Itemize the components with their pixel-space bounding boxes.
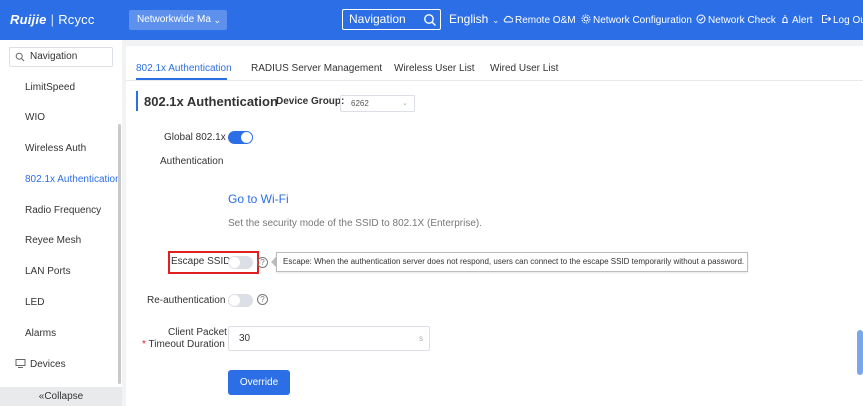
logout-label: Log Ou (833, 15, 863, 26)
timeout-duration-input[interactable]: 30 s (228, 326, 430, 351)
network-check-icon (696, 14, 706, 24)
tab-wireless-user-list[interactable]: Wireless User List (394, 63, 475, 74)
remote-om-link[interactable]: Remote O&M (503, 14, 576, 26)
network-select[interactable]: Networkwide Ma ⌄ (129, 10, 227, 30)
global-8021x-toggle[interactable] (228, 131, 253, 144)
title-accent-bar (136, 91, 138, 111)
logo-separator: | (50, 12, 55, 27)
network-check-label: Network Check (708, 15, 776, 26)
chevron-down-icon: ⌄ (213, 15, 221, 25)
main-content: 802.1x Authentication RADIUS Server Mana… (126, 46, 863, 406)
ssid-security-description: Set the security mode of the SSID to 802… (228, 218, 483, 229)
escape-ssid-label: Escape SSID (171, 256, 231, 267)
logo-sub: Rcycc (58, 12, 95, 27)
language-value: English (449, 12, 489, 26)
sidebar-item-radio-frequency[interactable]: Radio Frequency (25, 205, 101, 216)
global-8021x-label-line2: Authentication (160, 156, 224, 167)
sidebar-search-text: Navigation (30, 51, 78, 62)
network-select-value: Networkwide Ma (137, 14, 211, 25)
device-group-value: 6262 (351, 99, 369, 108)
logout-link[interactable]: Log Ou (821, 14, 863, 26)
sidebar-item-led[interactable]: LED (25, 297, 44, 308)
tab-8021x-authentication[interactable]: 802.1x Authentication (136, 63, 232, 74)
alert-icon (782, 15, 788, 23)
sidebar-item-limitspeed[interactable]: LimitSpeed (25, 82, 75, 93)
network-configuration-label: Network Configuration (593, 15, 692, 26)
alert-link[interactable]: Alert (780, 14, 813, 26)
sidebar-item-lan-ports[interactable]: LAN Ports (25, 266, 71, 277)
global-8021x-label-line1: Global 802.1x (164, 132, 226, 143)
reauthentication-help-icon[interactable]: ? (257, 294, 268, 305)
search-icon[interactable] (423, 13, 437, 27)
timeout-label-line2-text: Timeout Duration (148, 339, 225, 350)
alert-label: Alert (792, 15, 813, 26)
header-search-text: Navigation (349, 12, 406, 26)
collapse-button[interactable]: «Collapse (0, 387, 122, 406)
language-select[interactable]: English ⌄ (449, 12, 499, 26)
go-to-wifi-link[interactable]: Go to Wi-Fi (228, 192, 289, 206)
sidebar-item-reyee-mesh[interactable]: Reyee Mesh (25, 235, 81, 246)
sidebar-item-8021x-authentication[interactable]: 802.1x Authentication (25, 174, 121, 185)
collapse-label: Collapse (44, 391, 84, 402)
reauthentication-toggle[interactable] (228, 294, 253, 307)
network-check-link[interactable]: Network Check (696, 14, 776, 26)
sidebar-item-alarms[interactable]: Alarms (25, 328, 56, 339)
tab-wired-user-list[interactable]: Wired User List (490, 63, 558, 74)
toggle-knob (241, 132, 252, 143)
escape-ssid-help-icon[interactable]: ? (257, 257, 268, 268)
sidebar-item-wio[interactable]: WIO (25, 112, 45, 123)
cloud-icon (503, 15, 514, 23)
timeout-duration-value: 30 (239, 333, 251, 344)
settings-icon (581, 14, 591, 24)
chevron-down-icon: ⌄ (492, 16, 500, 25)
escape-ssid-toggle[interactable] (228, 256, 253, 269)
tab-divider (126, 80, 863, 81)
logout-icon (822, 15, 832, 23)
sidebar-scrollbar[interactable] (118, 124, 121, 384)
timeout-label-line1: Client Packet (168, 327, 227, 338)
sidebar-item-wireless-auth[interactable]: Wireless Auth (25, 143, 86, 154)
network-configuration-link[interactable]: Network Configuration (581, 14, 692, 26)
toggle-knob (229, 295, 240, 306)
devices-icon (15, 359, 26, 368)
required-mark: * (142, 339, 146, 350)
logo-brand: Ruijie (10, 12, 47, 27)
sidebar: Navigation LimitSpeed WIO Wireless Auth … (0, 40, 122, 406)
timeout-label-line2: * Timeout Duration (142, 339, 225, 350)
page-scrollbar[interactable] (857, 330, 863, 375)
sidebar-item-devices[interactable]: Devices (15, 358, 66, 370)
top-header: Ruijie | Rcycc Networkwide Ma ⌄ Navigation… (0, 0, 863, 40)
sidebar-search-input[interactable]: Navigation (9, 47, 113, 67)
override-button[interactable]: Override (228, 370, 290, 395)
remote-om-label: Remote O&M (515, 15, 576, 26)
header-search-input[interactable]: Navigation (342, 9, 441, 30)
logo: Ruijie | Rcycc (10, 12, 95, 27)
chevron-down-icon: ⌄ (402, 100, 408, 107)
tab-radius-server-management[interactable]: RADIUS Server Management (251, 63, 382, 74)
toggle-knob (229, 257, 240, 268)
search-icon (15, 52, 25, 62)
page-title: 802.1x Authentication (144, 94, 278, 109)
timeout-unit: s (419, 334, 423, 343)
reauthentication-label: Re-authentication (147, 295, 226, 306)
device-group-label: Device Group: (276, 96, 345, 107)
device-group-select[interactable]: 6262 ⌄ (340, 95, 415, 112)
sidebar-devices-label: Devices (30, 359, 66, 370)
escape-ssid-tooltip: Escape: When the authentication server d… (276, 252, 748, 272)
